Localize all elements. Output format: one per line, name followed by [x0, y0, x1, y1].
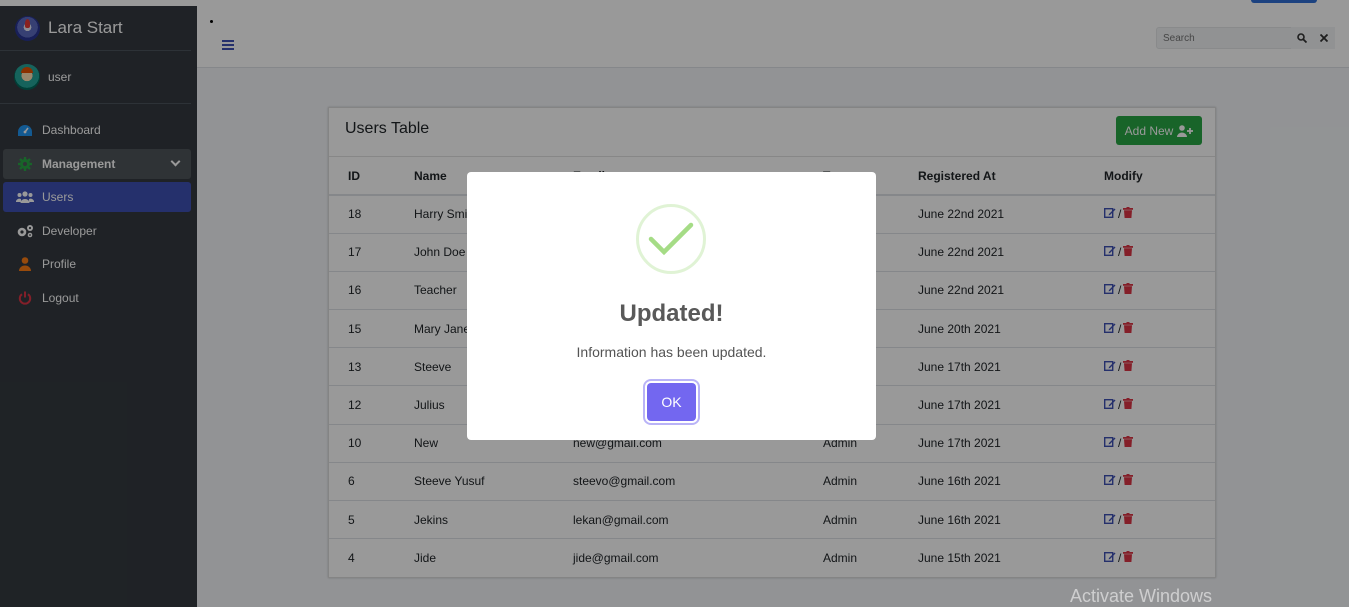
dialog-message: Information has been updated. — [576, 344, 767, 360]
success-check-icon — [636, 204, 706, 274]
dialog-title: Updated! — [619, 300, 724, 327]
success-dialog: Updated! Information has been updated. O… — [467, 172, 876, 440]
ok-button[interactable]: OK — [647, 383, 696, 421]
activation-watermark: Activate Windows — [1070, 586, 1213, 606]
